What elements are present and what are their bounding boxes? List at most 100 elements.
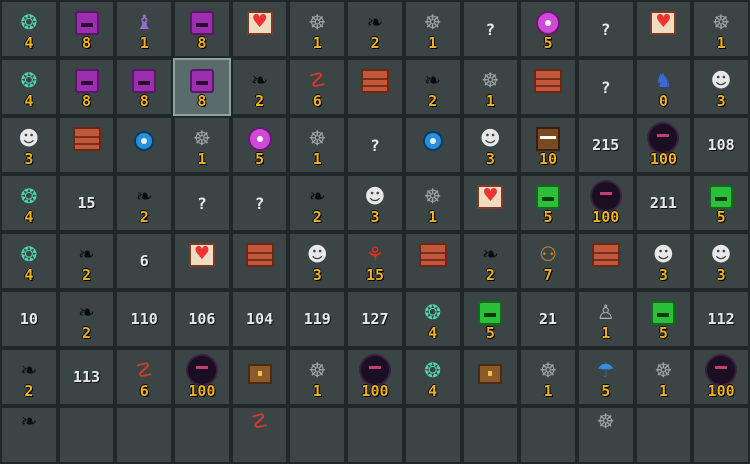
board-tile[interactable]: 10	[519, 116, 577, 174]
board-tile[interactable]: ?	[576, 0, 635, 58]
board-tile[interactable]: 6	[115, 232, 174, 290]
board-tile[interactable]: ☂ 5	[576, 348, 635, 406]
board-tile[interactable]	[461, 348, 520, 406]
board-tile[interactable]: ☸ 1	[692, 0, 750, 58]
board-tile[interactable]: 8	[115, 58, 174, 116]
board-tile[interactable]	[461, 406, 520, 464]
board-tile[interactable]: 5	[519, 174, 577, 232]
board-tile[interactable]: ?	[461, 0, 520, 58]
board-tile[interactable]	[519, 58, 577, 116]
board-tile[interactable]: 21	[519, 290, 577, 348]
board-tile[interactable]: ☻ 3	[288, 232, 347, 290]
board-tile[interactable]: ?	[576, 58, 635, 116]
board-tile[interactable]: ❂ 4	[0, 174, 58, 232]
board-tile[interactable]: ❧	[0, 406, 58, 464]
board-tile[interactable]: 8	[173, 58, 231, 116]
board-tile[interactable]	[173, 232, 231, 290]
board-tile[interactable]: 211	[634, 174, 693, 232]
board-tile[interactable]: ☸ 1	[288, 116, 347, 174]
board-tile[interactable]: ☸ 1	[519, 348, 577, 406]
board-tile[interactable]	[346, 406, 404, 464]
board-tile[interactable]: 100	[692, 348, 750, 406]
board-tile[interactable]	[230, 348, 289, 406]
board-tile[interactable]: 100	[634, 116, 693, 174]
board-tile[interactable]	[115, 406, 174, 464]
board-tile[interactable]: 100	[576, 174, 635, 232]
board-tile[interactable]: 8	[57, 0, 116, 58]
board-tile[interactable]: ?	[230, 174, 289, 232]
board-tile[interactable]: 100	[173, 348, 231, 406]
board-tile[interactable]: ❧ 2	[346, 0, 404, 58]
board-tile[interactable]	[461, 174, 520, 232]
board-tile[interactable]	[576, 232, 635, 290]
board-tile[interactable]	[115, 116, 174, 174]
board-tile[interactable]: ❧ 2	[57, 290, 116, 348]
board-tile[interactable]: ❧ 2	[0, 348, 58, 406]
board-tile[interactable]: ☻ 3	[634, 232, 693, 290]
board-tile[interactable]: ❂ 4	[403, 348, 462, 406]
board-tile[interactable]: ⚘ 15	[346, 232, 404, 290]
board-tile[interactable]: 113	[57, 348, 116, 406]
board-tile[interactable]: ♞ 0	[634, 58, 693, 116]
board-tile[interactable]	[288, 406, 347, 464]
board-tile[interactable]: ❂ 4	[0, 0, 58, 58]
board-tile[interactable]: ☻ 3	[692, 232, 750, 290]
board-tile[interactable]: ♙ 1	[576, 290, 635, 348]
board-tile[interactable]	[57, 406, 116, 464]
board-tile[interactable]	[403, 406, 462, 464]
board-tile[interactable]: ☻ 3	[692, 58, 750, 116]
board-tile[interactable]: 104	[230, 290, 289, 348]
board-tile[interactable]: ☸ 1	[403, 0, 462, 58]
board-tile[interactable]	[57, 116, 116, 174]
board-tile[interactable]: ☸ 1	[634, 348, 693, 406]
board-tile[interactable]: ☻ 3	[0, 116, 58, 174]
board-tile[interactable]: ⚇ 7	[519, 232, 577, 290]
board-tile[interactable]: 119	[288, 290, 347, 348]
board-tile[interactable]: ?	[173, 174, 231, 232]
board-tile[interactable]: ☡ 6	[288, 58, 347, 116]
board-tile[interactable]: ☸ 1	[403, 174, 462, 232]
board-tile[interactable]: ☡	[230, 406, 289, 464]
board-tile[interactable]: 5	[519, 0, 577, 58]
board-tile[interactable]: ❧ 2	[57, 232, 116, 290]
board-tile[interactable]: ☻ 3	[346, 174, 404, 232]
board-tile[interactable]: ❧ 2	[115, 174, 174, 232]
board-tile[interactable]: ❂ 4	[0, 232, 58, 290]
board-tile[interactable]: ☻ 3	[461, 116, 520, 174]
board-tile[interactable]: ☸ 1	[461, 58, 520, 116]
board-tile[interactable]: 8	[57, 58, 116, 116]
board-tile[interactable]: 8	[173, 0, 231, 58]
board-tile[interactable]	[346, 58, 404, 116]
board-tile[interactable]	[230, 232, 289, 290]
board-tile[interactable]: 5	[230, 116, 289, 174]
board-tile[interactable]: 110	[115, 290, 174, 348]
board-tile[interactable]: ❧ 2	[403, 58, 462, 116]
board-tile[interactable]	[173, 406, 231, 464]
board-tile[interactable]: 215	[576, 116, 635, 174]
board-tile[interactable]: 5	[461, 290, 520, 348]
board-tile[interactable]: ☸ 1	[288, 348, 347, 406]
board-tile[interactable]	[403, 116, 462, 174]
board-tile[interactable]: ❧ 2	[461, 232, 520, 290]
board-tile[interactable]: 100	[346, 348, 404, 406]
board-tile[interactable]: ❂ 4	[403, 290, 462, 348]
board-tile[interactable]: ♝ 1	[115, 0, 174, 58]
board-tile[interactable]: 108	[692, 116, 750, 174]
board-tile[interactable]: ?	[346, 116, 404, 174]
board-tile[interactable]	[230, 0, 289, 58]
board-tile[interactable]	[692, 406, 750, 464]
board-tile[interactable]: ❧ 2	[230, 58, 289, 116]
board-tile[interactable]: ☸ 1	[288, 0, 347, 58]
board-tile[interactable]: 10	[0, 290, 58, 348]
board-tile[interactable]	[403, 232, 462, 290]
board-tile[interactable]: 127	[346, 290, 404, 348]
board-tile[interactable]: 5	[692, 174, 750, 232]
board-tile[interactable]: ❧ 2	[288, 174, 347, 232]
board-tile[interactable]: 5	[634, 290, 693, 348]
board-tile[interactable]: ☸ 1	[173, 116, 231, 174]
board-tile[interactable]: 112	[692, 290, 750, 348]
board-tile[interactable]: ❂ 4	[0, 58, 58, 116]
board-tile[interactable]	[634, 406, 693, 464]
board-tile[interactable]	[634, 0, 693, 58]
board-tile[interactable]: 15	[57, 174, 116, 232]
